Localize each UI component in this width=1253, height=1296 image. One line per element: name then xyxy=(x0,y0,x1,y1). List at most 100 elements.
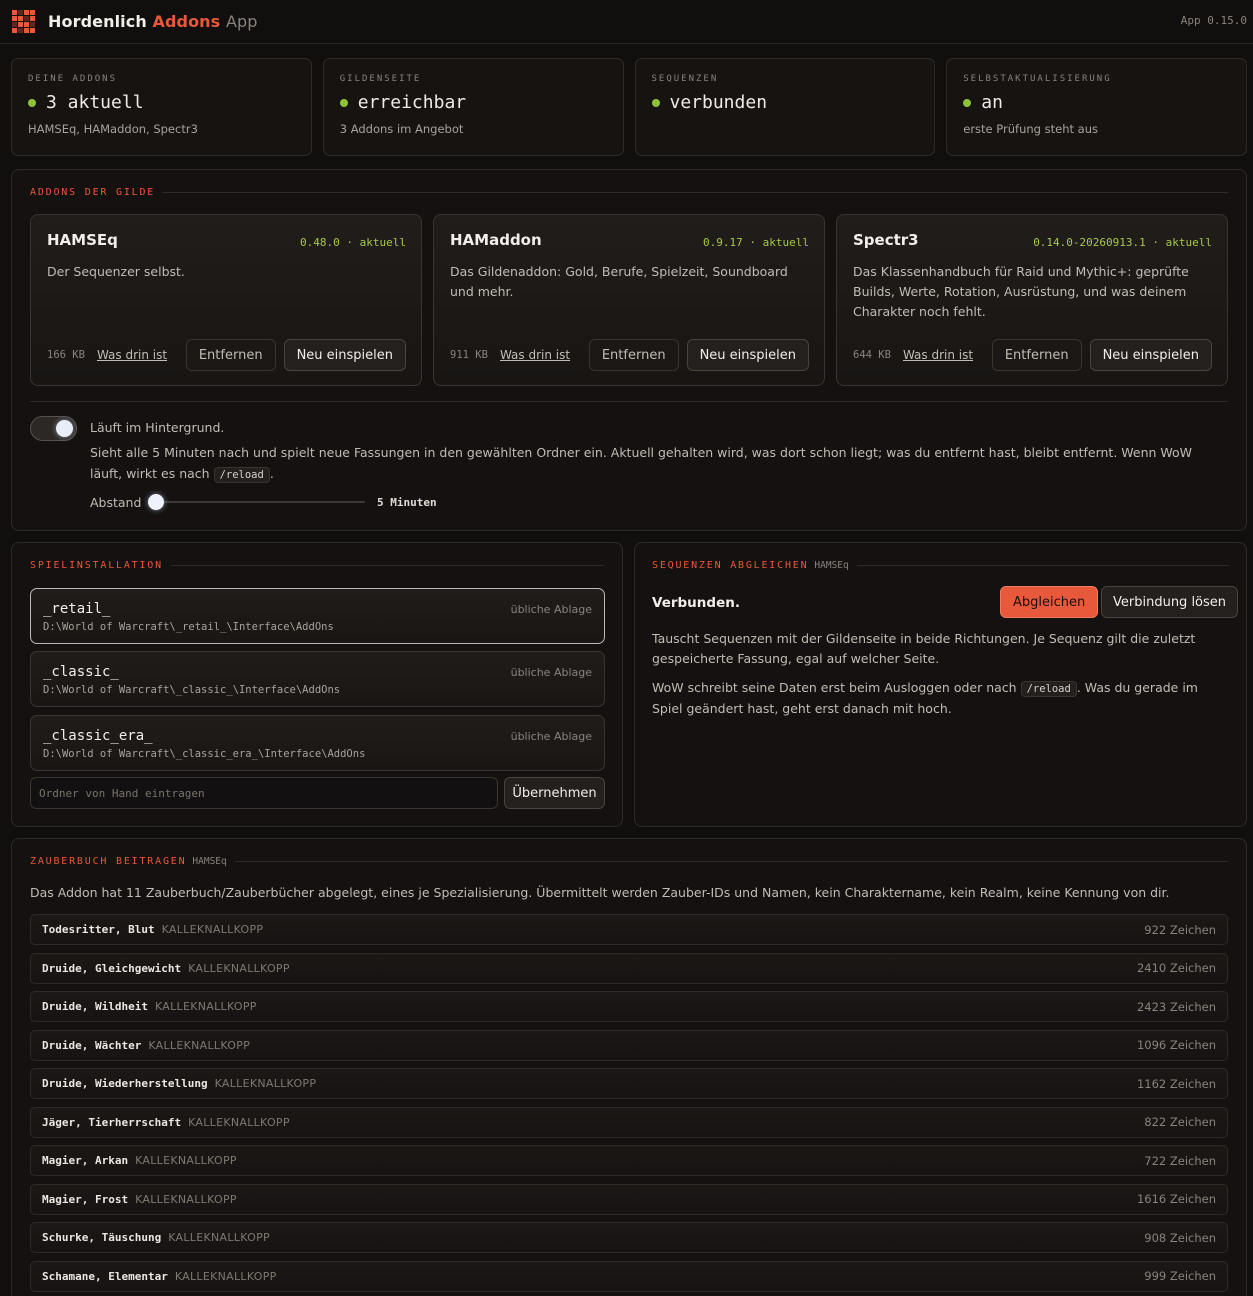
whats-inside-link[interactable]: Was drin ist xyxy=(500,348,570,362)
logo-pixel xyxy=(18,15,23,21)
spec-name: Druide, Gleichgewicht xyxy=(42,961,182,975)
disconnect-button[interactable]: Verbindung lösen xyxy=(1101,586,1239,618)
addon-description: Das Gildenaddon: Gold, Berufe, Spielzeit… xyxy=(450,264,788,299)
status-label: SELBSTAKTUALISIERUNG xyxy=(963,74,1112,84)
header-rule xyxy=(234,861,1228,862)
whats-inside-link[interactable]: Was drin ist xyxy=(97,348,167,362)
addon-version: 0.9.17 · aktuell xyxy=(703,236,809,249)
addon-size: 166 KB xyxy=(47,349,85,361)
addon-size: 911 KB xyxy=(450,349,488,361)
logo-pixel xyxy=(18,27,23,33)
slider-thumb[interactable] xyxy=(148,494,164,510)
apply-button[interactable]: Übernehmen xyxy=(504,777,605,809)
spec-name: Magier, Frost xyxy=(42,1192,129,1206)
addon-size: 644 KB xyxy=(853,349,891,361)
spellbook-row[interactable]: Jäger, Tierherrschaft KALLEKNALLKOPP 822 Z… xyxy=(30,1106,1228,1138)
reload-code: /reload xyxy=(1020,681,1077,697)
spec-name: Todesritter, Blut xyxy=(42,923,155,936)
background-update-toggle[interactable] xyxy=(30,416,77,441)
section-divider xyxy=(30,401,1228,402)
logo-pixel xyxy=(12,9,17,15)
slider-track xyxy=(149,501,365,503)
spec-name: Jäger, Tierherrschaft xyxy=(42,1115,182,1129)
spellbook-row[interactable]: Druide, Wildheit KALLEKNALLKOPP 2423 Zeich… xyxy=(30,991,1228,1022)
status-value-text: an xyxy=(981,92,1003,113)
char-count: 2423 Zeichen xyxy=(1136,999,1216,1014)
app-logo-icon xyxy=(12,9,36,34)
reinstall-button[interactable]: Neu einspielen xyxy=(1089,339,1212,371)
addon-version: 0.48.0 · aktuell xyxy=(300,236,406,249)
addon-card-list: HAMSEq 0.48.0 · aktuell Der Sequenzer se… xyxy=(30,214,1228,386)
status-card-guildsite: GILDENSEITE erreichbar 3 Addons im Angeb… xyxy=(322,58,624,156)
install-path: D:\World of Warcraft\_retail_\Interface\… xyxy=(43,621,334,633)
header-rule xyxy=(856,565,1229,566)
character-name: KALLEKNALLKOPP xyxy=(214,1077,317,1090)
install-option-retail[interactable]: _retail_ D:\World of Warcraft\_retail_\I… xyxy=(30,588,605,644)
manual-folder-input[interactable] xyxy=(30,777,498,809)
spellbook-row[interactable]: Schamane, Elementar KALLEKNALLKOPP 999 Zei… xyxy=(30,1260,1228,1292)
install-path: D:\World of Warcraft\_classic_era_\Inter… xyxy=(43,748,366,760)
status-value: erreichbar xyxy=(339,92,607,113)
spellbook-panel: ZAUBERBUCH BEITRAGEN HAMSEq Das Addon ha… xyxy=(11,838,1247,1296)
status-value: an xyxy=(963,92,1230,113)
addon-card: HAMaddon 0.9.17 · aktuell Das Gildenaddo… xyxy=(433,214,825,386)
interval-slider[interactable] xyxy=(145,493,365,511)
panel-tag: HAMSEq xyxy=(192,856,227,867)
addon-card: HAMSEq 0.48.0 · aktuell Der Sequenzer se… xyxy=(30,214,422,386)
spec-name: Druide, Wiederherstellung xyxy=(42,1077,208,1090)
app-title: Hordenlich Addons App xyxy=(48,12,258,31)
interval-control: Abstand 5 Minuten xyxy=(90,493,437,511)
reload-code: /reload xyxy=(213,467,270,483)
logo-pixel xyxy=(30,27,35,33)
character-name: KALLEKNALLKOPP xyxy=(148,1038,251,1052)
reinstall-button[interactable]: Neu einspielen xyxy=(686,339,809,371)
status-value-text: 3 aktuell xyxy=(46,92,144,113)
spellbook-row[interactable]: Magier, Frost KALLEKNALLKOPP 1616 Zeichen xyxy=(30,1183,1228,1215)
spellbook-description: Das Addon hat 11 Zauberbuch/Zauberbücher… xyxy=(30,885,1170,900)
status-value: 3 aktuell xyxy=(28,92,295,113)
status-ok-dot-icon xyxy=(651,98,660,107)
spellbook-header: ZAUBERBUCH BEITRAGEN HAMSEq xyxy=(30,856,1228,867)
spellbook-row[interactable]: Druide, Gleichgewicht KALLEKNALLKOPP 2410 … xyxy=(30,952,1228,984)
sync-button[interactable]: Abgleichen xyxy=(1000,586,1099,618)
remove-button[interactable]: Entfernen xyxy=(991,339,1082,371)
spellbook-row[interactable]: Todesritter, Blut KALLEKNALLKOPP 922 Zeich… xyxy=(30,914,1228,945)
sync-note: WoW schreibt seine Daten erst beim Auslo… xyxy=(652,678,1232,719)
remove-button[interactable]: Entfernen xyxy=(185,339,276,371)
status-card-sequences: SEQUENZEN verbunden xyxy=(634,58,936,156)
reinstall-button[interactable]: Neu einspielen xyxy=(283,339,406,371)
install-hint: übliche Ablage xyxy=(510,730,592,743)
panel-title: ADDONS DER GILDE xyxy=(30,187,156,198)
logo-pixel xyxy=(12,21,17,27)
install-option-classic-era[interactable]: _classic_era_ D:\World of Warcraft\_clas… xyxy=(30,715,605,771)
remove-button[interactable]: Entfernen xyxy=(588,339,679,371)
spec-name: Schurke, Täuschung xyxy=(42,1231,162,1244)
whats-inside-link[interactable]: Was drin ist xyxy=(903,348,973,362)
spellbook-row[interactable]: Druide, Wächter KALLEKNALLKOPP 1096 Zeiche… xyxy=(30,1029,1228,1061)
brand-name: Hordenlich xyxy=(48,12,147,31)
char-count: 822 Zeichen xyxy=(1144,1115,1216,1129)
spellbook-row[interactable]: Druide, Wiederherstellung KALLEKNALLKOPP 1… xyxy=(30,1068,1228,1099)
logo-pixel xyxy=(24,21,29,27)
char-count: 999 Zeichen xyxy=(1144,1269,1216,1283)
character-name: KALLEKNALLKOPP xyxy=(168,1231,270,1244)
logo-pixel xyxy=(12,27,17,33)
addon-card: Spectr3 0.14.0-20260913.1 · aktuell Das … xyxy=(836,214,1228,386)
spellbook-row[interactable]: Magier, Arkan KALLEKNALLKOPP 722 Zeichen xyxy=(30,1145,1228,1176)
app-version: App 0.15.0 xyxy=(1180,14,1247,27)
sync-header: SEQUENZEN ABGLEICHEN HAMSEq xyxy=(652,560,1229,571)
header-rule xyxy=(170,565,604,566)
guild-addons-panel: ADDONS DER GILDE HAMSEq 0.48.0 · aktuell… xyxy=(11,169,1247,531)
install-name: _retail_ xyxy=(43,601,111,617)
logo-pixel xyxy=(12,15,17,21)
status-label: SEQUENZEN xyxy=(651,74,719,84)
logo-pixel xyxy=(18,9,23,15)
sync-description: Tauscht Sequenzen mit der Gildenseite in… xyxy=(652,631,1196,666)
logo-pixel xyxy=(30,9,35,15)
top-bar: Hordenlich Addons App App 0.15.0 xyxy=(0,0,1253,44)
background-description: Sieht alle 5 Minuten nach und spielt neu… xyxy=(90,442,1220,486)
spellbook-row[interactable]: Schurke, Täuschung KALLEKNALLKOPP 908 Zeic… xyxy=(30,1222,1228,1253)
install-option-classic[interactable]: _classic_ D:\World of Warcraft\_classic_… xyxy=(30,651,605,707)
installation-panel: SPIELINSTALLATION _retail_ D:\World of W… xyxy=(11,542,623,827)
interval-label: Abstand xyxy=(90,494,142,510)
